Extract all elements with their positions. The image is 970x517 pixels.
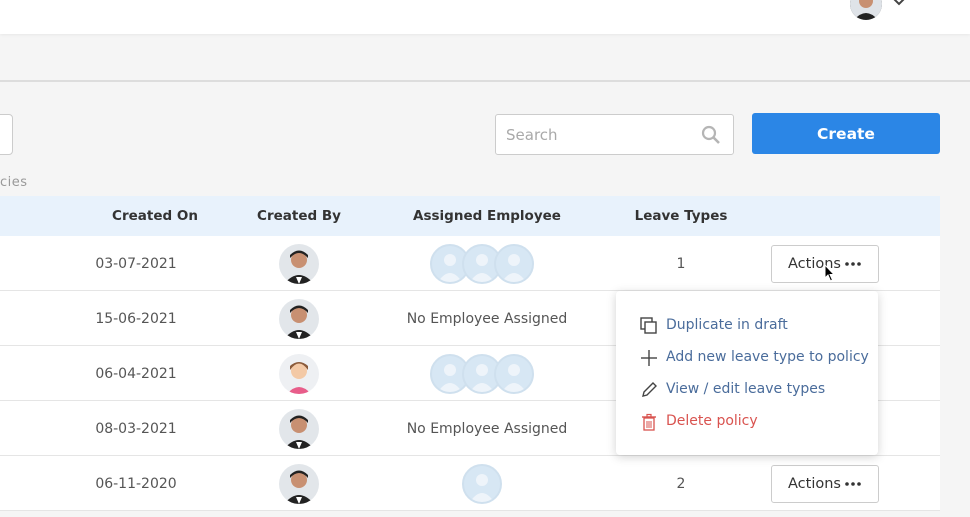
created-on-cell: 06-11-2020: [95, 476, 177, 492]
more-dots-icon: [845, 262, 861, 266]
employee-avatar-icon: [494, 354, 534, 394]
column-leave-types: Leave Types: [634, 208, 728, 224]
menu-item-add-leave-type[interactable]: Add new leave type to policy: [640, 347, 870, 369]
creator-avatar: [279, 464, 319, 504]
policies-subtitle: cies: [0, 175, 28, 190]
table-header: Created On Created By Assigned Employee …: [0, 196, 940, 236]
leave-types-count: 2: [676, 476, 686, 492]
more-dots-icon: [845, 482, 861, 486]
menu-item-label: View / edit leave types: [666, 381, 826, 397]
created-on-cell: 03-07-2021: [95, 256, 177, 272]
user-avatar-icon[interactable]: [850, 0, 882, 20]
menu-item-label: Duplicate in draft: [666, 317, 788, 333]
menu-item-duplicate[interactable]: Duplicate in draft: [640, 315, 870, 337]
created-on-cell: 08-03-2021: [95, 421, 177, 437]
mouse-cursor-icon: [824, 264, 836, 282]
menu-item-label: Add new leave type to policy: [666, 349, 869, 365]
created-on-cell: 15-06-2021: [95, 311, 177, 327]
search-box[interactable]: [495, 114, 734, 155]
duplicate-icon: [640, 317, 657, 334]
no-employee-text: No Employee Assigned: [406, 421, 568, 437]
creator-avatar: [279, 299, 319, 339]
top-bar: [0, 0, 970, 34]
chevron-down-icon[interactable]: [891, 0, 907, 10]
filter-box[interactable]: [0, 114, 13, 155]
created-on-cell: 06-04-2021: [95, 366, 177, 382]
actions-menu: Duplicate in draft Add new leave type to…: [616, 291, 878, 455]
menu-item-label: Delete policy: [666, 413, 758, 429]
column-created-on: Created On: [112, 208, 198, 224]
search-input[interactable]: [506, 125, 696, 145]
search-icon[interactable]: [701, 125, 721, 145]
creator-avatar: [279, 354, 319, 394]
actions-label: Actions: [788, 476, 841, 492]
column-assigned-employee: Assigned Employee: [413, 208, 561, 224]
create-button[interactable]: Create: [752, 113, 940, 154]
table-row[interactable]: 06-11-2020 2 Actions: [0, 456, 940, 511]
menu-item-delete[interactable]: Delete policy: [640, 411, 870, 433]
pencil-icon: [642, 382, 657, 397]
creator-avatar: [279, 244, 319, 284]
plus-icon: [641, 350, 657, 366]
menu-item-view-edit[interactable]: View / edit leave types: [640, 379, 870, 401]
no-employee-text: No Employee Assigned: [406, 311, 568, 327]
creator-avatar: [279, 409, 319, 449]
actions-button[interactable]: Actions: [771, 465, 879, 503]
trash-icon: [642, 413, 656, 431]
employee-avatar-icon: [462, 464, 502, 504]
employee-avatar-icon: [494, 244, 534, 284]
section-divider: [0, 80, 970, 82]
column-created-by: Created By: [257, 208, 341, 224]
leave-types-count: 1: [676, 256, 686, 272]
table-row[interactable]: 03-07-2021 1 Actions: [0, 236, 940, 291]
